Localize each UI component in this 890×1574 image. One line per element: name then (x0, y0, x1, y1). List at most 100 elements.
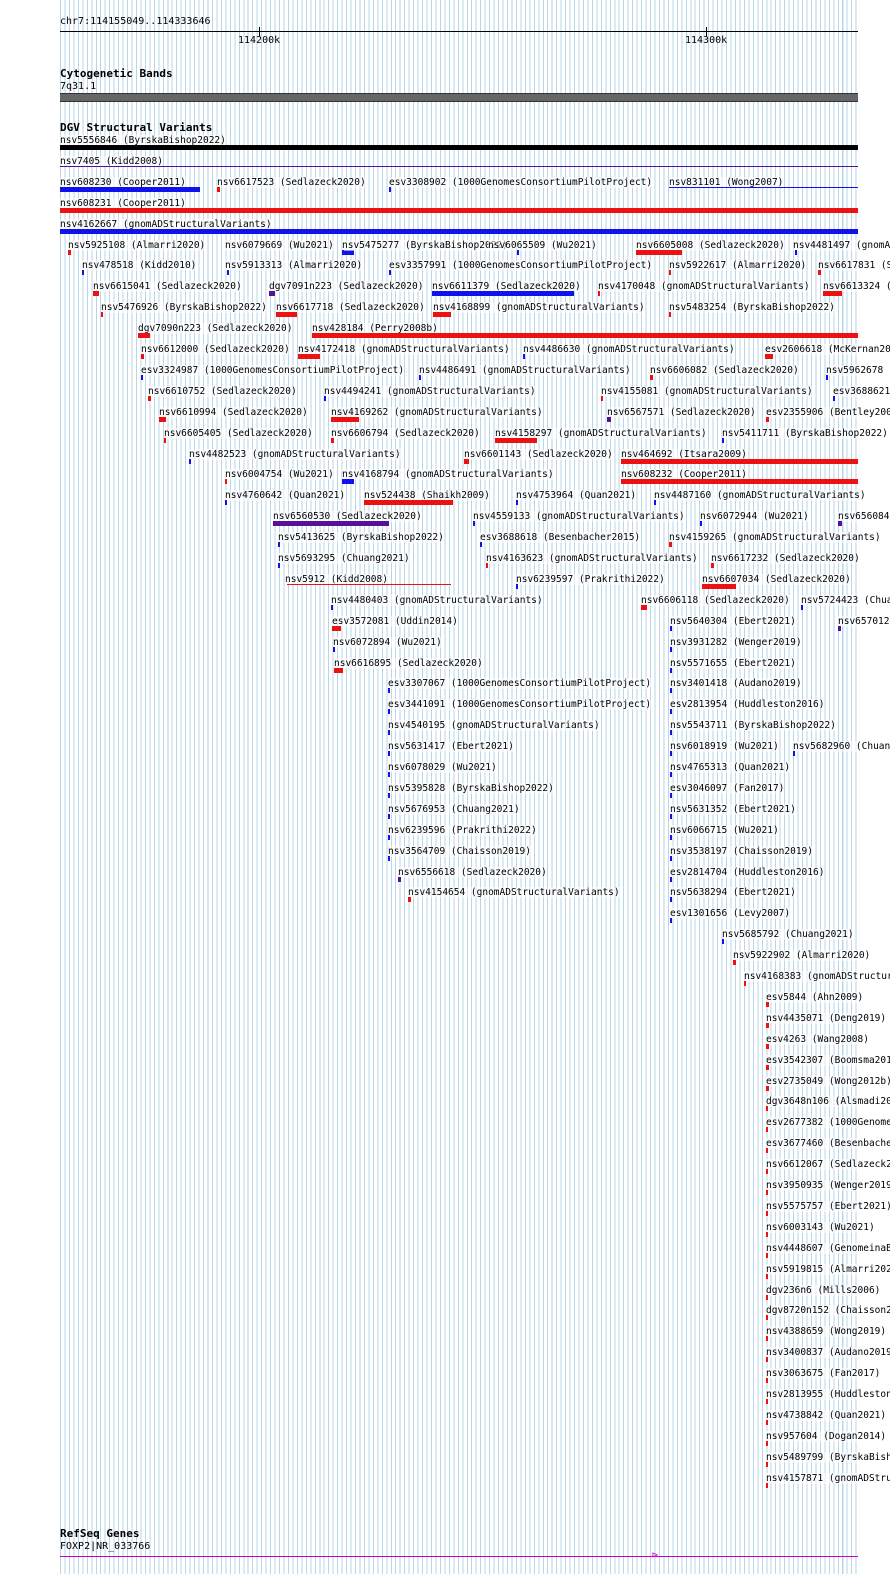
dgv-feature-label[interactable]: nsv5475277 (ByrskaBishop2022) (342, 240, 508, 251)
dgv-feature-label[interactable]: nsv4486491 (gnomADStructuralVariants) (419, 365, 631, 376)
dgv-feature-bar[interactable] (298, 354, 320, 359)
dgv-feature-label[interactable]: nsv4487160 (gnomADStructuralVariants) (654, 490, 866, 501)
dgv-feature-label[interactable]: nsv6617232 (Sedlazeck2020) (711, 553, 860, 564)
dgv-feature-bar[interactable] (670, 626, 672, 631)
dgv-feature-label[interactable]: esv3542307 (Boomsma2014) (766, 1055, 890, 1066)
dgv-feature-bar[interactable] (766, 1462, 768, 1467)
dgv-feature-label[interactable]: nsv3401418 (Audano2019) (670, 678, 802, 689)
dgv-feature-label[interactable]: nsv6567571 (Sedlazeck2020) (607, 407, 756, 418)
dgv-feature-bar[interactable] (670, 877, 672, 882)
dgv-feature-bar[interactable] (227, 270, 229, 275)
dgv-feature-label[interactable]: nsv6570127 (Sedlazeck2020) (838, 616, 890, 627)
dgv-feature-label[interactable]: nsv4481497 (gnomADStructuralVariants) (793, 240, 890, 251)
dgv-feature-label[interactable]: nsv5922617 (Almarri2020) (669, 260, 807, 271)
dgv-feature-label[interactable]: nsv4169262 (gnomADStructuralVariants) (331, 407, 543, 418)
dgv-feature-bar[interactable] (331, 605, 333, 610)
dgv-feature-label[interactable]: esv2813954 (Huddleston2016) (670, 699, 825, 710)
dgv-feature-label[interactable]: nsv4388659 (Wong2019) (766, 1326, 887, 1337)
dgv-feature-bar[interactable] (636, 250, 682, 255)
dgv-feature-bar[interactable] (669, 542, 672, 547)
dgv-feature-bar[interactable] (388, 814, 390, 819)
dgv-feature-bar[interactable] (598, 291, 600, 296)
dgv-feature-bar[interactable] (388, 835, 390, 840)
dgv-feature-bar[interactable] (766, 1483, 768, 1488)
dgv-feature-bar[interactable] (670, 772, 672, 777)
dgv-feature-bar[interactable] (60, 145, 858, 150)
dgv-feature-label[interactable]: nsv6616895 (Sedlazeck2020) (334, 658, 483, 669)
dgv-feature-bar[interactable] (670, 897, 672, 902)
dgv-feature-label[interactable]: nsv5476926 (ByrskaBishop2022) (101, 302, 267, 313)
dgv-feature-bar[interactable] (766, 1420, 768, 1425)
dgv-feature-bar[interactable] (766, 1086, 769, 1091)
dgv-feature-label[interactable]: nsv6610752 (Sedlazeck2020) (148, 386, 297, 397)
dgv-feature-bar[interactable] (669, 270, 671, 275)
dgv-feature-label[interactable]: nsv4168383 (gnomADStructuralVariants) (744, 971, 890, 982)
dgv-feature-bar[interactable] (801, 605, 803, 610)
dgv-feature-bar[interactable] (278, 542, 280, 547)
dgv-feature-label[interactable]: nsv3931282 (Wenger2019) (670, 637, 802, 648)
dgv-feature-label[interactable]: nsv6610994 (Sedlazeck2020) (159, 407, 308, 418)
dgv-feature-bar[interactable] (793, 751, 795, 756)
dgv-feature-label[interactable]: nsv4753964 (Quan2021) (516, 490, 637, 501)
dgv-feature-label[interactable]: nsv5922902 (Almarri2020) (733, 950, 871, 961)
dgv-feature-label[interactable]: esv3046097 (Fan2017) (670, 783, 785, 794)
dgv-feature-label[interactable]: dgv7091n223 (Sedlazeck2020) (269, 281, 424, 292)
dgv-feature-label[interactable]: nsv6612000 (Sedlazeck2020) (141, 344, 290, 355)
dgv-feature-bar[interactable] (733, 960, 736, 965)
dgv-feature-label[interactable]: nsv5483254 (ByrskaBishop2022) (669, 302, 835, 313)
dgv-feature-label[interactable]: nsv4159265 (gnomADStructuralVariants) (669, 532, 881, 543)
dgv-feature-bar[interactable] (766, 1023, 769, 1028)
dgv-feature-bar[interactable] (766, 1169, 768, 1174)
dgv-feature-label[interactable]: nsv6072944 (Wu2021) (700, 511, 809, 522)
dgv-feature-label[interactable]: nsv6617718 (Sedlazeck2020) (276, 302, 425, 313)
dgv-feature-bar[interactable] (766, 1357, 768, 1362)
dgv-feature-label[interactable]: esv2355906 (Bentley2008) (766, 407, 890, 418)
dgv-feature-label[interactable]: esv3357991 (1000GenomesConsortiumPilotPr… (389, 260, 653, 271)
dgv-feature-label[interactable]: nsv3063675 (Fan2017) (766, 1368, 881, 1379)
dgv-feature-label[interactable]: nsv5631417 (Ebert2021) (388, 741, 514, 752)
dgv-feature-label[interactable]: nsv4765313 (Quan2021) (670, 762, 791, 773)
dgv-feature-label[interactable]: nsv4486630 (gnomADStructuralVariants) (523, 344, 735, 355)
dgv-feature-label[interactable]: nsv4163623 (gnomADStructuralVariants) (486, 553, 698, 564)
dgv-feature-label[interactable]: nsv4760642 (Quan2021) (225, 490, 346, 501)
dgv-feature-label[interactable]: nsv4172418 (gnomADStructuralVariants) (298, 344, 510, 355)
dgv-feature-label[interactable]: dgv3648n106 (Alsmadi2014) (766, 1096, 890, 1107)
dgv-feature-label[interactable]: nsv4540195 (gnomADStructuralVariants) (388, 720, 600, 731)
dgv-feature-label[interactable]: dgv8720n152 (Chaisson2019) (766, 1305, 890, 1316)
dgv-feature-label[interactable]: esv4263 (Wang2008) (766, 1034, 869, 1045)
dgv-feature-label[interactable]: nsv6601143 (Sedlazeck2020) (464, 449, 613, 460)
dgv-feature-bar[interactable] (766, 1336, 768, 1341)
dgv-feature-bar[interactable] (670, 668, 672, 673)
dgv-feature-bar[interactable] (486, 563, 488, 568)
dgv-feature-label[interactable]: nsv6078029 (Wu2021) (388, 762, 497, 773)
dgv-feature-bar[interactable] (601, 396, 603, 401)
dgv-feature-label[interactable]: nsv5693295 (Chuang2021) (278, 553, 410, 564)
dgv-feature-label[interactable]: nsv5411711 (ByrskaBishop2022) (722, 428, 888, 439)
dgv-feature-label[interactable]: nsv3400837 (Audano2019) (766, 1347, 890, 1358)
dgv-feature-label[interactable]: nsv6004754 (Wu2021) (225, 469, 334, 480)
dgv-feature-bar[interactable] (141, 354, 144, 359)
dgv-feature-label[interactable]: nsv4155081 (gnomADStructuralVariants) (601, 386, 813, 397)
dgv-feature-bar[interactable] (480, 542, 482, 547)
dgv-feature-label[interactable]: esv2814704 (Huddleston2016) (670, 867, 825, 878)
dgv-feature-label[interactable]: nsv3564709 (Chaisson2019) (388, 846, 531, 857)
dgv-feature-bar[interactable] (670, 688, 672, 693)
dgv-feature-bar[interactable] (60, 187, 200, 192)
dgv-feature-bar[interactable] (838, 521, 842, 526)
dgv-feature-label[interactable]: nsv5962678 (Almarri2020) (826, 365, 890, 376)
dgv-feature-bar[interactable] (670, 647, 672, 652)
dgv-feature-bar[interactable] (670, 793, 672, 798)
dgv-feature-bar[interactable] (287, 584, 451, 585)
dgv-feature-bar[interactable] (388, 772, 390, 777)
dgv-feature-bar[interactable] (473, 521, 475, 526)
dgv-feature-bar[interactable] (388, 751, 390, 756)
dgv-feature-bar[interactable] (101, 312, 103, 317)
dgv-feature-bar[interactable] (141, 375, 143, 380)
dgv-feature-label[interactable]: dgv236n6 (Mills2006) (766, 1285, 881, 1296)
dgv-feature-label[interactable]: nsv4448607 (GenomeinaBottle) (766, 1243, 890, 1254)
dgv-feature-bar[interactable] (398, 877, 401, 882)
dgv-feature-label[interactable]: esv3324987 (1000GenomesConsortiumPilotPr… (141, 365, 405, 376)
dgv-feature-bar[interactable] (312, 333, 858, 338)
dgv-feature-bar[interactable] (159, 417, 166, 422)
dgv-feature-bar[interactable] (60, 229, 858, 234)
